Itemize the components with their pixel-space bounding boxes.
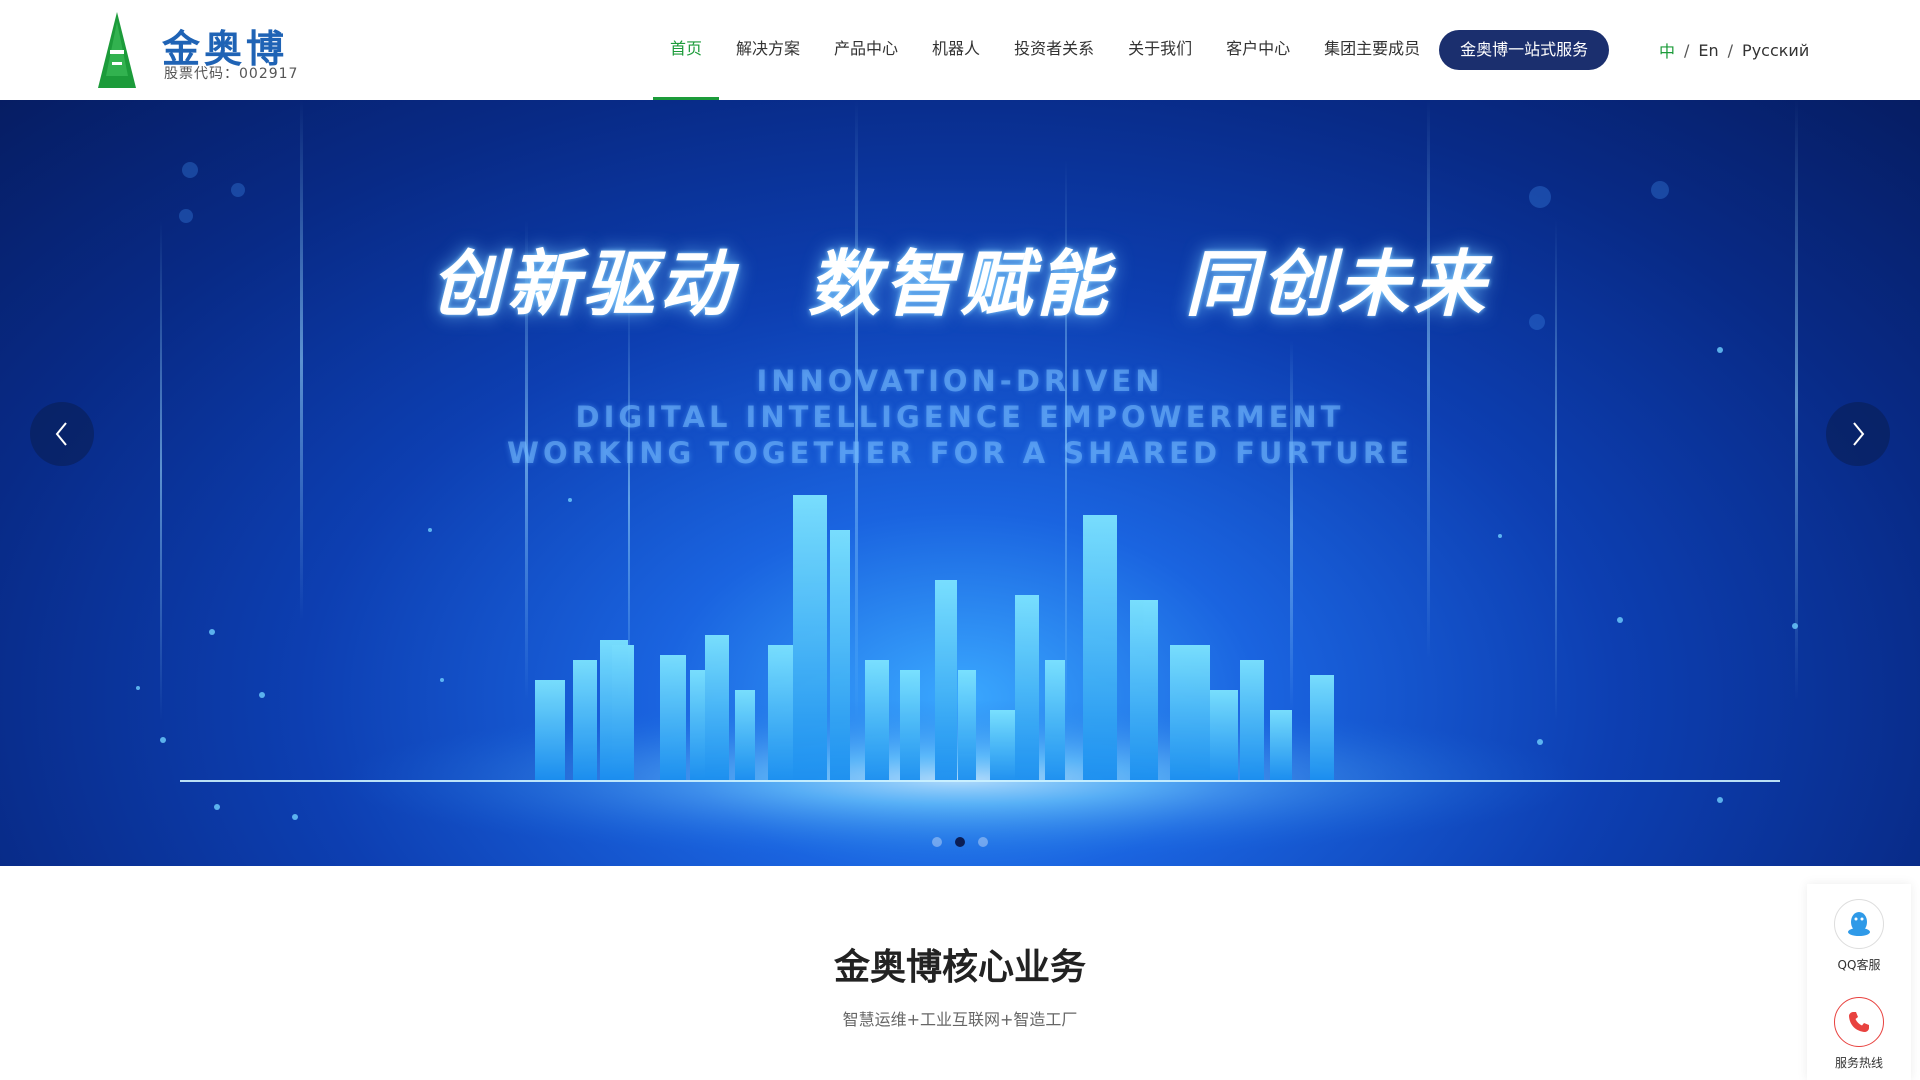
hero-banner[interactable]: 创新驱动 数智赋能 同创未来 INNOVATION-DRIVEN DIGITAL… <box>0 100 1920 866</box>
chevron-right-icon <box>1853 422 1865 446</box>
headline-part: 数智赋能 <box>807 242 1112 326</box>
nav-item-products[interactable]: 产品中心 <box>817 0 915 100</box>
phone-icon-circle <box>1834 997 1884 1047</box>
logo-mark-icon <box>98 12 136 88</box>
qq-icon-circle <box>1834 899 1884 949</box>
qq-service-button[interactable]: QQ客服 <box>1807 899 1911 973</box>
qq-penguin-icon <box>1848 912 1870 936</box>
floating-contact-bar: QQ客服 服务热线 <box>1807 884 1911 1080</box>
nav-item-investors[interactable]: 投资者关系 <box>997 0 1111 100</box>
one-stop-service-button[interactable]: 金奥博一站式服务 <box>1439 30 1610 70</box>
hotline-label: 服务热线 <box>1834 1056 1883 1070</box>
headline-part: 创新驱动 <box>430 242 735 326</box>
banner-subtitle-line: DIGITAL INTELLIGENCE EMPOWERMENT <box>575 400 1345 434</box>
banner-headline: 创新驱动 数智赋能 同创未来 <box>0 225 1920 330</box>
section-title: 金奥博核心业务 <box>833 947 1086 988</box>
nav-item-home[interactable]: 首页 <box>653 0 720 100</box>
stock-code: 股票代码：002917 <box>164 66 299 82</box>
lang-en[interactable]: En <box>1698 41 1718 60</box>
site-header: 金奥博 股票代码：002917 首页 解决方案 产品中心 机器人 投资者关系 关… <box>0 0 1920 100</box>
carousel-next-button[interactable] <box>1826 402 1890 466</box>
lang-separator: / <box>1684 40 1690 60</box>
headline-part: 同创未来 <box>1185 242 1490 326</box>
logo[interactable]: 金奥博 股票代码：002917 <box>98 12 308 90</box>
phone-icon <box>1849 1012 1869 1032</box>
lang-separator: / <box>1727 40 1734 60</box>
nav-item-robots[interactable]: 机器人 <box>915 0 997 100</box>
carousel-prev-button[interactable] <box>30 402 94 466</box>
section-subtitle: 智慧运维+工业互联网+智造工厂 <box>842 1010 1078 1029</box>
chevron-left-icon <box>55 422 67 446</box>
carousel-dot[interactable] <box>932 837 942 847</box>
lang-ru[interactable]: Русский <box>1742 41 1809 60</box>
language-switcher: 中 / En / Русский <box>1659 0 1809 100</box>
nav-item-group-members[interactable]: 集团主要成员 <box>1307 0 1437 100</box>
banner-background-art <box>136 100 1798 860</box>
carousel-dot[interactable] <box>978 837 988 847</box>
nav-item-about[interactable]: 关于我们 <box>1111 0 1209 100</box>
lang-zh[interactable]: 中 <box>1659 38 1675 62</box>
banner-subtitle-line: INNOVATION-DRIVEN <box>756 364 1164 398</box>
nav-item-solutions[interactable]: 解决方案 <box>719 0 817 100</box>
qq-service-label: QQ客服 <box>1837 958 1881 972</box>
carousel-dot-active[interactable] <box>955 837 965 847</box>
nav-item-customer-center[interactable]: 客户中心 <box>1209 0 1307 100</box>
hotline-button[interactable]: 服务热线 <box>1807 997 1911 1071</box>
banner-subtitle-line: WORKING TOGETHER FOR A SHARED FURTURE <box>507 436 1413 470</box>
main-nav: 首页 解决方案 产品中心 机器人 投资者关系 关于我们 客户中心 集团主要成员 … <box>653 0 1610 100</box>
carousel-dots <box>0 837 1920 847</box>
